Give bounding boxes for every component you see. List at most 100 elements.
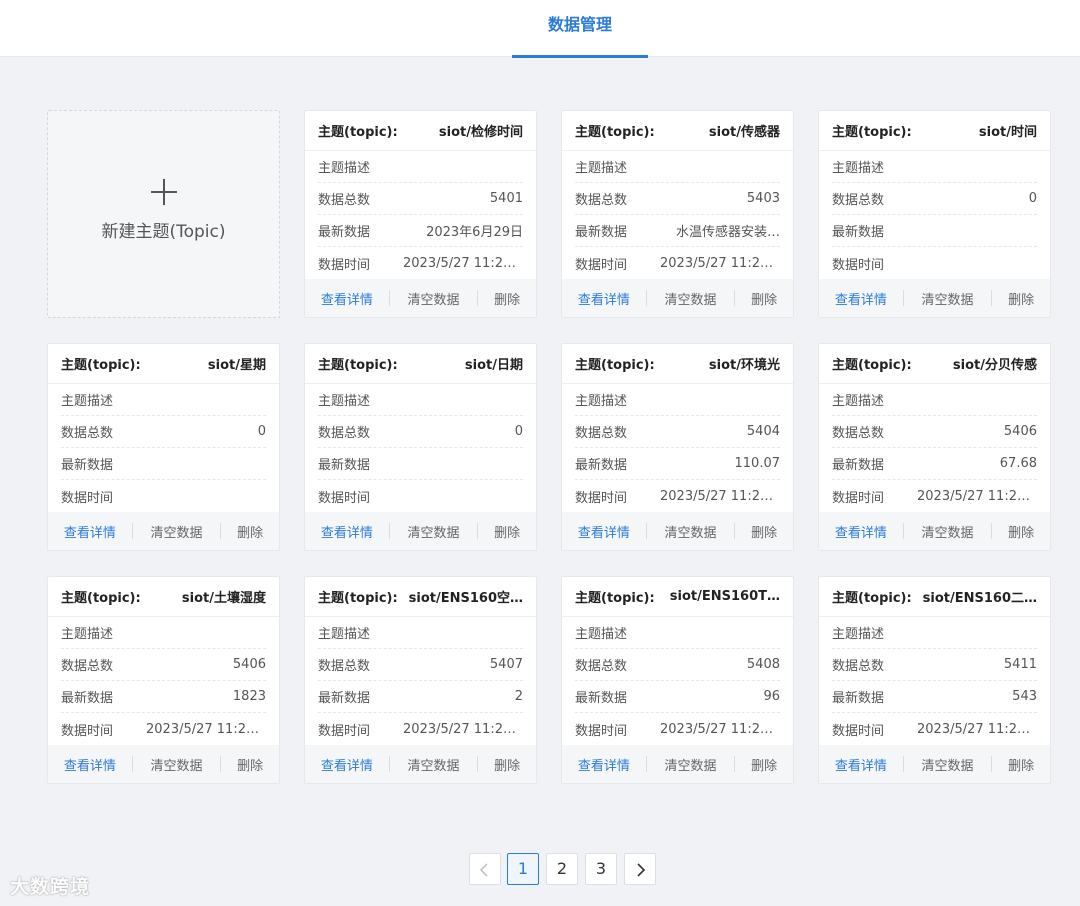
clear-data-link[interactable]: 清空数据 — [904, 522, 992, 541]
card-header: 主题(topic): siot/ENS160二… — [819, 577, 1050, 617]
view-details-link[interactable]: 查看详情 — [819, 289, 903, 308]
clear-data-link[interactable]: 清空数据 — [904, 289, 992, 308]
latest-label: 最新数据 — [832, 458, 885, 473]
delete-link[interactable]: 删除 — [221, 522, 279, 541]
topic-name: siot/传感器 — [708, 125, 780, 140]
delete-link[interactable]: 删除 — [992, 755, 1050, 774]
total-label: 数据总数 — [832, 193, 885, 208]
clear-data-link[interactable]: 清空数据 — [390, 289, 478, 308]
total-value: 0 — [1028, 191, 1037, 206]
time-label: 数据时间 — [318, 723, 371, 739]
latest-row: 最新数据 水温传感器安装… — [575, 215, 780, 247]
desc-row: 主题描述 — [61, 617, 266, 649]
topic-key-label: 主题(topic): — [832, 125, 912, 140]
latest-label: 最新数据 — [575, 458, 628, 473]
delete-link[interactable]: 删除 — [992, 289, 1050, 308]
time-row: 数据时间 2023/5/27 11:29:11 — [575, 247, 780, 279]
topic-key-label: 主题(topic): — [61, 358, 141, 373]
view-details-link[interactable]: 查看详情 — [305, 522, 389, 541]
time-label: 数据时间 — [575, 723, 628, 739]
delete-link[interactable]: 删除 — [735, 289, 793, 308]
topic-name: siot/土壤湿度 — [181, 591, 266, 606]
time-value: 2023/5/27 11:29:11 — [403, 721, 523, 737]
time-row: 数据时间 2023/5/27 11:29:11 — [832, 480, 1037, 512]
clear-data-link[interactable]: 清空数据 — [904, 755, 992, 774]
total-row: 数据总数 0 — [832, 183, 1037, 215]
delete-link[interactable]: 删除 — [478, 755, 536, 774]
desc-row: 主题描述 — [318, 151, 523, 183]
page-button-1[interactable]: 1 — [507, 853, 539, 885]
time-value: 2023/5/27 11:29:11 — [660, 488, 780, 504]
prev-page-button[interactable] — [469, 853, 501, 885]
total-row: 数据总数 5401 — [318, 183, 523, 215]
latest-row: 最新数据 110.07 — [575, 448, 780, 480]
card-actions: 查看详情 清空数据 删除 — [562, 512, 793, 550]
delete-link[interactable]: 删除 — [992, 522, 1050, 541]
view-details-link[interactable]: 查看详情 — [819, 755, 903, 774]
view-details-link[interactable]: 查看详情 — [48, 755, 132, 774]
time-row: 数据时间 — [832, 247, 1037, 279]
desc-label: 主题描述 — [318, 161, 371, 176]
time-row: 数据时间 — [61, 480, 266, 512]
view-details-link[interactable]: 查看详情 — [562, 522, 646, 541]
card-header: 主题(topic): siot/星期 — [48, 344, 279, 384]
card-actions: 查看详情 清空数据 删除 — [305, 745, 536, 783]
view-details-link[interactable]: 查看详情 — [305, 755, 389, 774]
time-value: 2023/5/27 11:29:11 — [146, 721, 266, 737]
desc-label: 主题描述 — [832, 627, 885, 642]
page-button-3[interactable]: 3 — [585, 853, 617, 885]
view-details-link[interactable]: 查看详情 — [819, 522, 903, 541]
delete-link[interactable]: 删除 — [735, 755, 793, 774]
delete-link[interactable]: 删除 — [735, 522, 793, 541]
desc-row: 主题描述 — [575, 384, 780, 416]
total-value: 0 — [514, 424, 523, 439]
topic-card: 主题(topic): siot/ENS160空… 主题描述 数据总数 5407 … — [304, 576, 537, 784]
desc-row: 主题描述 — [61, 384, 266, 416]
desc-row: 主题描述 — [832, 151, 1037, 183]
latest-value: 2023年6月29日 — [426, 225, 523, 240]
topic-key-label: 主题(topic): — [318, 125, 398, 140]
chevron-right-icon — [637, 862, 646, 877]
latest-row: 最新数据 — [832, 215, 1037, 247]
desc-label: 主题描述 — [61, 627, 114, 642]
card-header: 主题(topic): siot/环境光 — [562, 344, 793, 384]
desc-label: 主题描述 — [575, 627, 628, 642]
view-details-link[interactable]: 查看详情 — [48, 522, 132, 541]
latest-row: 最新数据 96 — [575, 681, 780, 713]
latest-row: 最新数据 67.68 — [832, 448, 1037, 480]
latest-value: 1823 — [232, 689, 266, 704]
clear-data-link[interactable]: 清空数据 — [133, 755, 221, 774]
card-header: 主题(topic): siot/传感器 — [562, 111, 793, 151]
clear-data-link[interactable]: 清空数据 — [647, 522, 735, 541]
card-header: 主题(topic): siot/检修时间 — [305, 111, 536, 151]
time-row: 数据时间 2023/5/27 11:29:11 — [575, 713, 780, 745]
total-row: 数据总数 5408 — [575, 649, 780, 681]
delete-link[interactable]: 删除 — [478, 289, 536, 308]
card-actions: 查看详情 清空数据 删除 — [819, 279, 1050, 317]
topic-name: siot/检修时间 — [438, 125, 523, 140]
delete-link[interactable]: 删除 — [478, 522, 536, 541]
time-value: 2023/5/27 11:29:11 — [917, 721, 1037, 737]
tab-data-management[interactable]: 数据管理 — [512, 0, 648, 58]
view-details-link[interactable]: 查看详情 — [562, 289, 646, 308]
clear-data-link[interactable]: 清空数据 — [133, 522, 221, 541]
time-row: 数据时间 — [318, 480, 523, 512]
clear-data-link[interactable]: 清空数据 — [390, 522, 478, 541]
view-details-link[interactable]: 查看详情 — [305, 289, 389, 308]
delete-link[interactable]: 删除 — [221, 755, 279, 774]
page-button-2[interactable]: 2 — [546, 853, 578, 885]
clear-data-link[interactable]: 清空数据 — [647, 755, 735, 774]
clear-data-link[interactable]: 清空数据 — [390, 755, 478, 774]
new-topic-card[interactable]: 新建主题(Topic) — [47, 110, 280, 318]
clear-data-link[interactable]: 清空数据 — [647, 289, 735, 308]
next-page-button[interactable] — [624, 853, 656, 885]
card-actions: 查看详情 清空数据 删除 — [819, 512, 1050, 550]
desc-label: 主题描述 — [318, 627, 371, 642]
total-label: 数据总数 — [318, 659, 371, 674]
card-actions: 查看详情 清空数据 删除 — [305, 512, 536, 550]
latest-label: 最新数据 — [61, 691, 114, 706]
card-header: 主题(topic): siot/土壤湿度 — [48, 577, 279, 617]
view-details-link[interactable]: 查看详情 — [562, 755, 646, 774]
topic-key-label: 主题(topic): — [61, 591, 141, 606]
topic-name: siot/日期 — [464, 358, 523, 373]
